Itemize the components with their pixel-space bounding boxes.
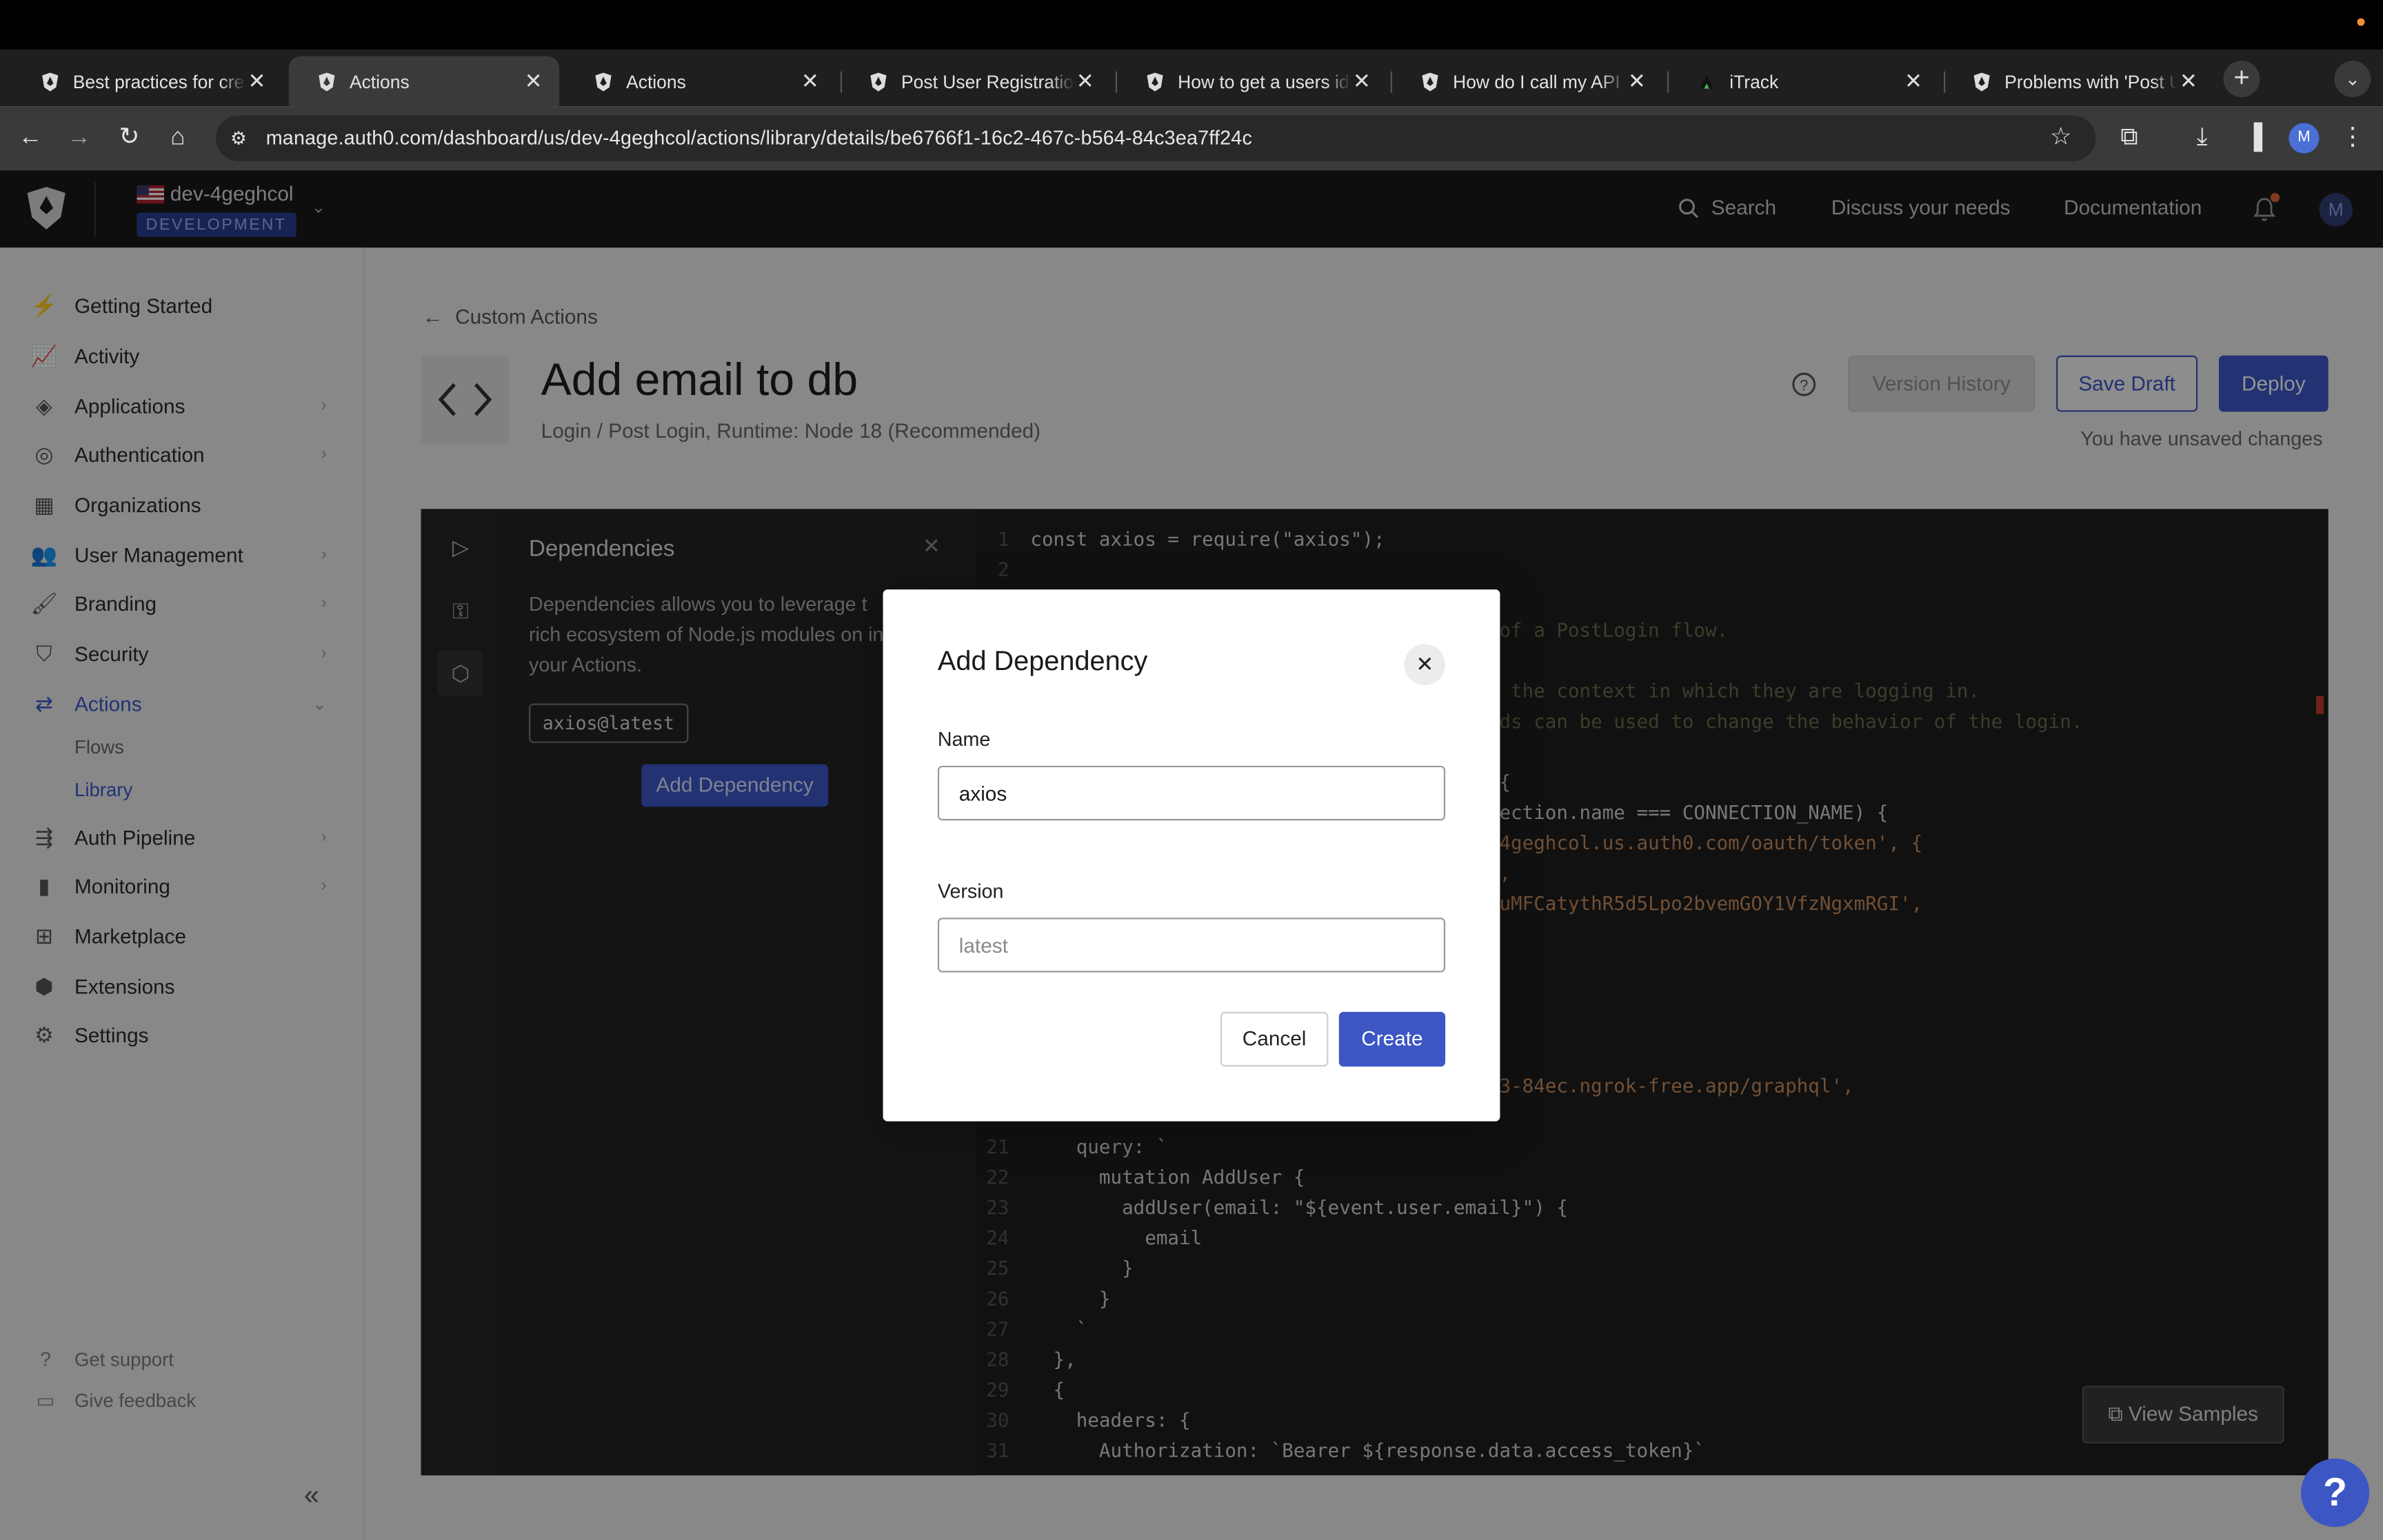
close-icon[interactable]: ✕ (1351, 68, 1372, 94)
close-icon[interactable]: ✕ (523, 68, 544, 94)
new-tab-button[interactable]: + (2223, 61, 2260, 98)
auth0-favicon-icon (1147, 72, 1163, 91)
close-icon[interactable]: ✕ (1074, 68, 1096, 94)
extensions-icon[interactable]: ⧉ (2113, 121, 2146, 154)
auth0-favicon-icon (42, 72, 59, 91)
auth0-favicon-icon (595, 72, 612, 91)
tab-title: How to get a users id t (1178, 70, 1351, 92)
browser-tab[interactable]: iTrack ✕ (1669, 57, 1939, 107)
browser-tab-active[interactable]: Actions ✕ (288, 56, 560, 107)
url-text[interactable]: manage.auth0.com/dashboard/us/dev-4geghc… (266, 126, 1252, 149)
itrack-favicon-icon (1700, 74, 1713, 88)
browser-tab[interactable]: How to get a users id t ✕ (1117, 57, 1387, 107)
auth0-favicon-icon (319, 72, 335, 91)
home-icon[interactable]: ⌂ (161, 121, 194, 154)
tab-title: Post User Registration (901, 70, 1075, 92)
close-icon[interactable]: ✕ (1903, 68, 1924, 94)
side-panel-icon[interactable]: ▐ (2237, 121, 2270, 154)
forward-arrow-icon[interactable]: → (62, 121, 95, 154)
tab-title: Actions (349, 70, 410, 92)
back-arrow-icon[interactable]: ← (14, 121, 47, 154)
tab-title: Actions (626, 70, 686, 92)
name-input[interactable] (937, 765, 1446, 821)
browser-tab-strip: Best practices for crea ✕ Actions ✕ Acti… (0, 50, 2383, 107)
cancel-button[interactable]: Cancel (1220, 1011, 1329, 1067)
close-icon[interactable]: ✕ (799, 68, 821, 94)
auth0-favicon-icon (1422, 72, 1438, 91)
dialog-title: Add Dependency (937, 645, 1148, 676)
tab-title: Problems with 'Post Us (2004, 70, 2178, 92)
browser-tab[interactable]: Best practices for crea ✕ (12, 57, 283, 107)
close-icon[interactable]: ✕ (246, 68, 268, 94)
browser-profile-avatar[interactable]: M (2289, 123, 2320, 154)
auth0-favicon-icon (870, 72, 887, 91)
reload-icon[interactable]: ↻ (112, 121, 145, 154)
close-icon[interactable]: ✕ (1404, 644, 1446, 686)
modal-backdrop-header (0, 170, 2383, 248)
tab-title: iTrack (1729, 70, 1779, 92)
browser-tab[interactable]: How do I call my API fr ✕ (1392, 57, 1662, 107)
close-icon[interactable]: ✕ (1626, 68, 1647, 94)
site-settings-icon[interactable]: ⚙ (222, 121, 255, 154)
recording-indicator (2357, 18, 2365, 26)
tab-search-chevron-icon[interactable]: ⌄ (2334, 61, 2371, 98)
tab-title: How do I call my API fr (1453, 70, 1627, 92)
system-top-bar (0, 0, 2383, 50)
browser-tab[interactable]: Actions ✕ (565, 57, 836, 107)
name-label: Name (937, 727, 991, 751)
create-button[interactable]: Create (1338, 1011, 1446, 1067)
version-label: Version (937, 880, 1004, 903)
browser-tab[interactable]: Problems with 'Post Us ✕ (1944, 57, 2214, 107)
auth0-favicon-icon (1973, 72, 1990, 91)
bookmark-star-icon[interactable]: ☆ (2044, 121, 2077, 154)
browser-tab[interactable]: Post User Registration ✕ (841, 57, 1111, 107)
kebab-menu-icon[interactable]: ⋮ (2336, 121, 2369, 154)
help-chat-button[interactable]: ? (2300, 1458, 2370, 1528)
download-icon[interactable]: ⤓ (2185, 121, 2218, 154)
version-input[interactable] (937, 918, 1446, 973)
close-icon[interactable]: ✕ (2178, 68, 2199, 94)
tab-title: Best practices for crea (72, 70, 247, 92)
